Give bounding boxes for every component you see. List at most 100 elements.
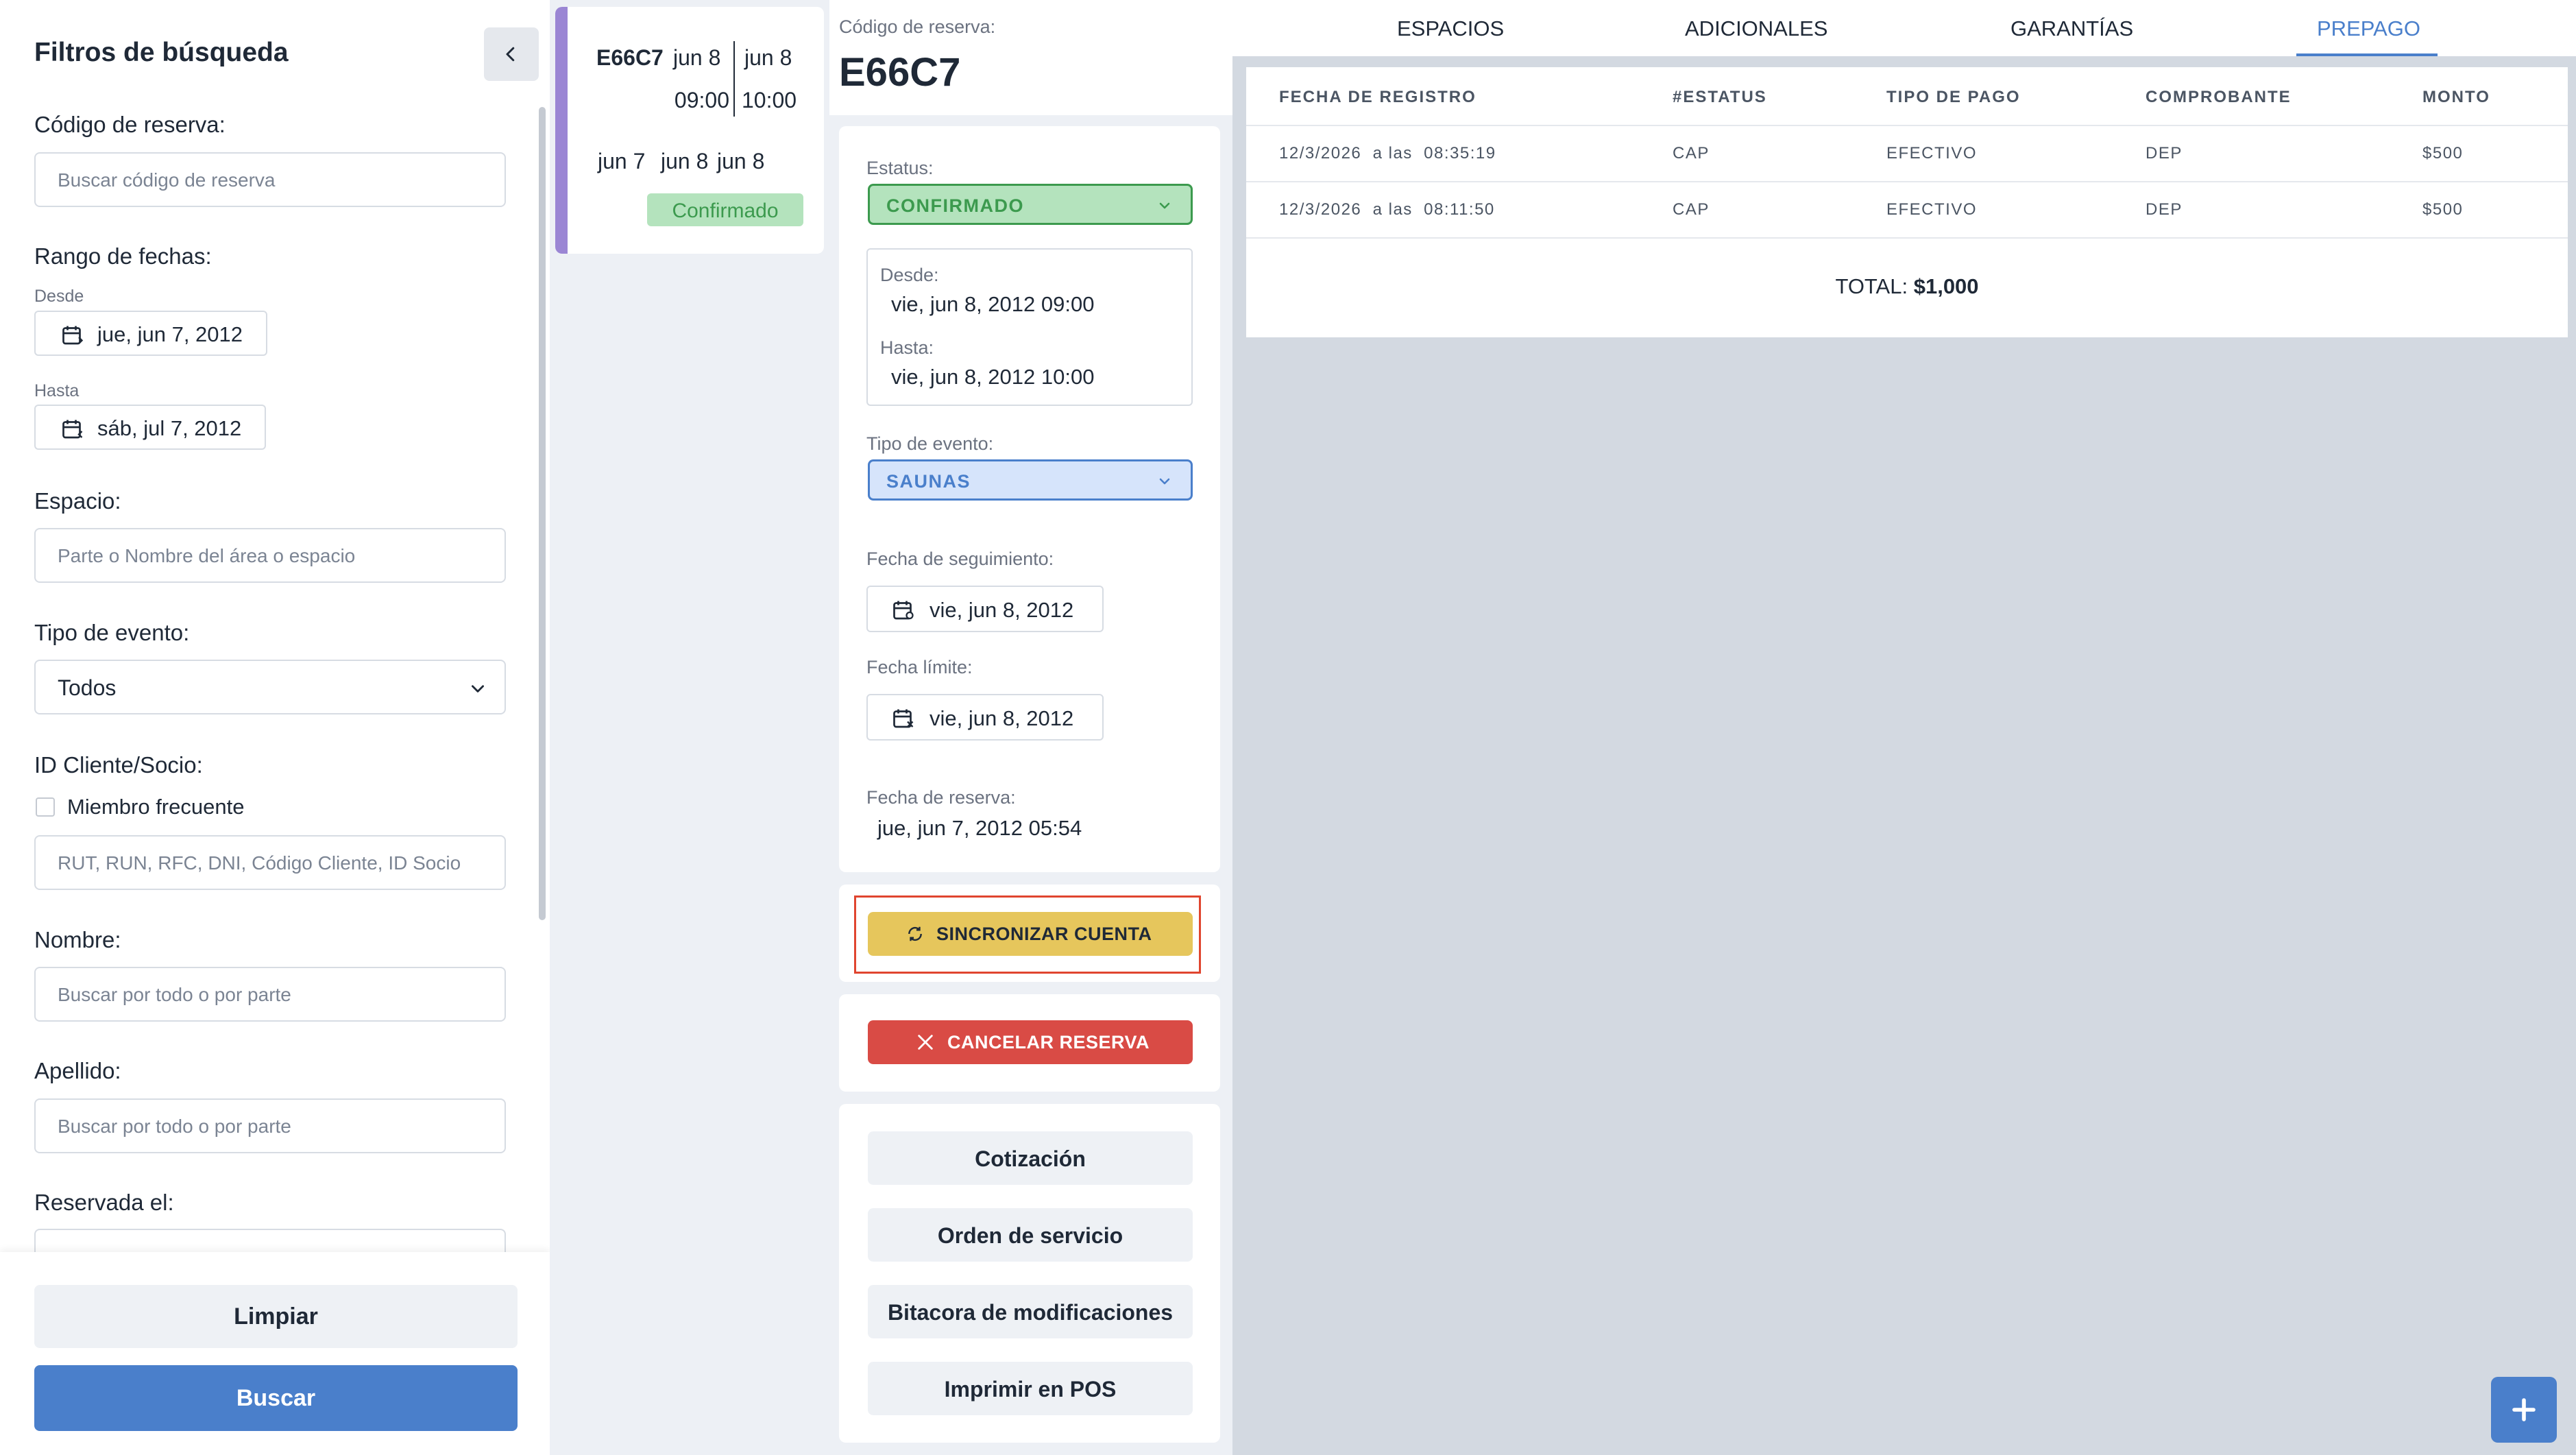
tab-adicionales[interactable]: ADICIONALES — [1685, 16, 1827, 41]
cell-amount: $500 — [2422, 144, 2464, 163]
deadline-date-picker[interactable]: vie, jun 8, 2012 — [866, 694, 1104, 741]
search-button[interactable]: Buscar — [34, 1365, 518, 1431]
lastname-input[interactable]: Buscar por todo o por parte — [34, 1098, 506, 1153]
reserved-on-label: Reservada el: — [34, 1190, 174, 1215]
filters-footer: Limpiar Buscar — [0, 1252, 550, 1455]
search-button-label: Buscar — [236, 1385, 316, 1411]
chevron-down-icon — [1159, 478, 1170, 485]
quote-button[interactable]: Cotización — [868, 1131, 1193, 1185]
sync-account-label: SINCRONIZAR CUENTA — [936, 924, 1152, 944]
tab-garantias[interactable]: GARANTÍAS — [2010, 16, 2133, 41]
clear-button[interactable]: Limpiar — [34, 1285, 518, 1348]
from-date-value: jue, jun 7, 2012 — [97, 322, 243, 346]
event-type-select-value: Todos — [58, 675, 117, 700]
deadline-date-value: vie, jun 8, 2012 — [929, 706, 1074, 730]
client-id-input[interactable]: RUT, RUN, RFC, DNI, Código Cliente, ID S… — [34, 835, 506, 890]
col-header-registration-date: FECHA DE REGISTRO — [1279, 88, 1477, 106]
sync-icon — [908, 926, 922, 941]
frequent-member-label: Miembro frecuente — [67, 795, 245, 819]
booking-date-b: jun 8 — [661, 149, 709, 173]
filters-scrollbar[interactable] — [539, 107, 546, 920]
status-select[interactable]: CONFIRMADO — [868, 184, 1193, 225]
code-search-placeholder: Buscar código de reserva — [58, 169, 276, 191]
service-order-button-label: Orden de servicio — [937, 1223, 1123, 1248]
detail-to-value[interactable]: vie, jun 8, 2012 10:00 — [891, 365, 1094, 389]
detail-to-label: Hasta: — [880, 337, 934, 358]
table-row[interactable]: 12/3/2026 a las 08:35:19 CAP EFECTIVO DE… — [1246, 126, 2568, 182]
client-id-placeholder: RUT, RUN, RFC, DNI, Código Cliente, ID S… — [58, 852, 461, 874]
followup-date-picker[interactable]: vie, jun 8, 2012 — [866, 586, 1104, 632]
clear-button-label: Limpiar — [234, 1303, 318, 1330]
date-range-label: Rango de fechas: — [34, 243, 212, 269]
cell-voucher: DEP — [2146, 200, 2183, 219]
modification-log-button-label: Bitacora de modificaciones — [887, 1300, 1174, 1325]
total-label: TOTAL: — [1835, 274, 1914, 298]
booking-date-c: jun 8 — [717, 149, 765, 173]
cell-registration-date: 12/3/2026 a las 08:11:50 — [1279, 200, 1495, 219]
calendar-x-icon — [893, 709, 914, 728]
date-range-box: Desde: vie, jun 8, 2012 09:00 Hasta: vie… — [866, 248, 1193, 406]
tab-bar: ESPACIOS ADICIONALES GARANTÍAS PREPAGO — [1232, 0, 2576, 58]
detail-from-value[interactable]: vie, jun 8, 2012 09:00 — [891, 292, 1094, 317]
cell-registration-date: 12/3/2026 a las 08:35:19 — [1279, 144, 1496, 163]
print-pos-button-label: Imprimir en POS — [944, 1377, 1117, 1402]
cell-payment-type: EFECTIVO — [1886, 200, 1978, 219]
space-label: Espacio: — [34, 488, 121, 514]
name-input[interactable]: Buscar por todo o por parte — [34, 967, 506, 1022]
booking-list: E66C7 jun 8 jun 8 09:00 10:00 jun 7 jun … — [550, 0, 829, 1455]
col-header-payment-type: TIPO DE PAGO — [1886, 88, 2021, 106]
modification-log-button[interactable]: Bitacora de modificaciones — [868, 1285, 1193, 1338]
followup-date-value: vie, jun 8, 2012 — [929, 598, 1074, 622]
calendar-icon — [62, 420, 83, 439]
filters-panel: Filtros de búsqueda Código de reserva: B… — [0, 0, 550, 1455]
space-search-placeholder: Parte o Nombre del área o espacio — [58, 545, 356, 566]
to-label: Hasta — [34, 381, 80, 400]
to-date-picker[interactable]: sáb, jul 7, 2012 — [34, 405, 266, 450]
detail-event-type-label: Tipo de evento: — [866, 433, 994, 454]
from-date-picker[interactable]: jue, jun 7, 2012 — [34, 311, 267, 356]
event-type-select[interactable]: Todos — [34, 660, 506, 714]
cancel-reservation-button[interactable]: CANCELAR RESERVA — [868, 1020, 1193, 1064]
print-pos-button[interactable]: Imprimir en POS — [868, 1362, 1193, 1415]
prepago-table: FECHA DE REGISTRO #ESTATUS TIPO DE PAGO … — [1246, 67, 2568, 337]
actions-card: Cotización Orden de servicio Bitacora de… — [839, 1104, 1220, 1443]
chevron-down-icon — [1159, 202, 1170, 209]
active-tab-indicator — [2296, 53, 2438, 56]
tab-prepago[interactable]: PREPAGO — [2317, 16, 2420, 41]
booking-end-day: jun 8 — [744, 45, 792, 70]
booking-accent-bar — [555, 7, 568, 254]
cell-payment-type: EFECTIVO — [1886, 144, 1978, 163]
booking-status-badge: Confirmado — [647, 193, 803, 226]
code-search-input[interactable]: Buscar código de reserva — [34, 152, 506, 207]
booking-start-time: 09:00 — [674, 88, 729, 112]
cancel-card: CANCELAR RESERVA — [839, 994, 1220, 1092]
frequent-member-checkbox[interactable] — [36, 797, 55, 817]
table-row[interactable]: 12/3/2026 a las 08:11:50 CAP EFECTIVO DE… — [1246, 182, 2568, 239]
add-fab-button[interactable] — [2491, 1377, 2557, 1443]
code-label: Código de reserva: — [34, 112, 226, 137]
cell-status: CAP — [1673, 200, 1710, 219]
booking-status-text: Confirmado — [672, 200, 779, 222]
name-placeholder: Buscar por todo o por parte — [58, 984, 291, 1005]
collapse-filters-button[interactable] — [484, 27, 539, 81]
space-search-input[interactable]: Parte o Nombre del área o espacio — [34, 528, 506, 583]
col-header-amount: MONTO — [2422, 88, 2490, 106]
chevron-left-icon — [506, 47, 515, 62]
plus-icon — [2512, 1398, 2536, 1421]
deadline-label: Fecha límite: — [866, 657, 973, 677]
event-type-dropdown[interactable]: SAUNAS — [868, 459, 1193, 501]
col-header-status: #ESTATUS — [1673, 88, 1767, 106]
cancel-reservation-label: CANCELAR RESERVA — [947, 1032, 1150, 1053]
booking-date-a: jun 7 — [598, 149, 646, 173]
detail-code: E66C7 — [839, 50, 961, 95]
cell-status: CAP — [1673, 144, 1710, 163]
tab-espacios[interactable]: ESPACIOS — [1397, 16, 1504, 41]
detail-tabs-panel: ESPACIOS ADICIONALES GARANTÍAS PREPAGO F… — [1232, 0, 2576, 1455]
reserve-date-value: jue, jun 7, 2012 05:54 — [877, 816, 1082, 840]
status-label: Estatus: — [866, 158, 934, 178]
service-order-button[interactable]: Orden de servicio — [868, 1208, 1193, 1262]
close-icon — [918, 1035, 933, 1050]
lastname-label: Apellido: — [34, 1058, 121, 1083]
booking-card[interactable]: E66C7 jun 8 jun 8 09:00 10:00 jun 7 jun … — [555, 7, 824, 254]
sync-account-button[interactable]: SINCRONIZAR CUENTA — [868, 912, 1193, 956]
